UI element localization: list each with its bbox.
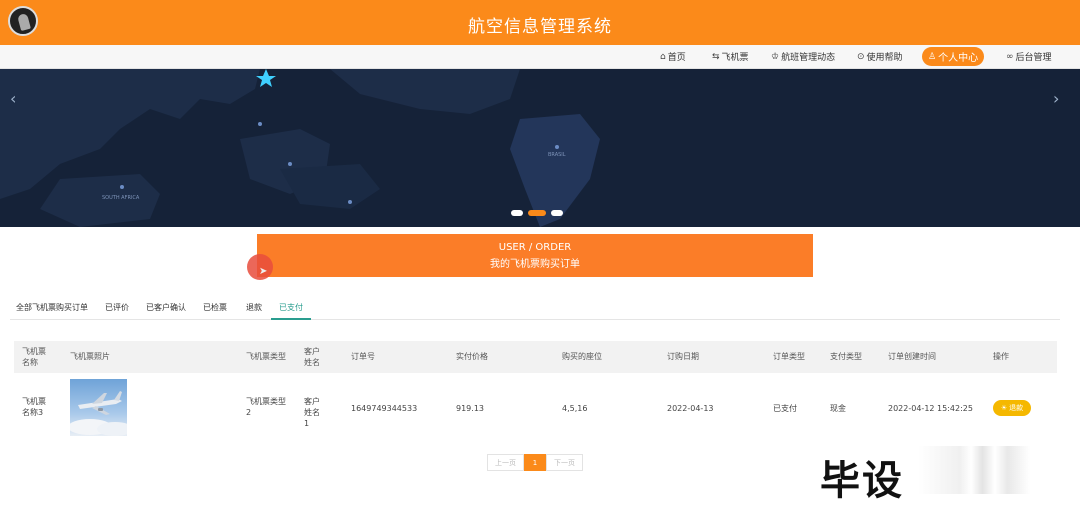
created-time-cell: 2022-04-12 15:42:25 <box>888 404 973 413</box>
carousel-indicators <box>511 210 563 216</box>
price-cell: 919.13 <box>456 404 484 413</box>
column-header: 支付类型 <box>830 352 862 361</box>
watermark-text: 毕设 <box>820 458 904 504</box>
nav-item-tickets[interactable]: ⇆ 飞机票 <box>712 50 749 64</box>
carousel-prev-button[interactable]: ‹ <box>10 89 16 108</box>
app-header: 航空信息管理系统 <box>0 0 1080 45</box>
column-header: 实付价格 <box>456 352 488 361</box>
watermark-decoration <box>918 446 1058 494</box>
customer-name-cell: 客户姓名1 <box>304 397 320 428</box>
section-subtitle: USER / ORDER <box>498 242 572 253</box>
carousel-next-button[interactable]: › <box>1053 89 1059 108</box>
table-row: 飞机票名称3 飞机票类型2 客户姓名1 1649749344533 919.13… <box>14 375 1057 441</box>
nav-item-flight-news[interactable]: ♔ 航班管理动态 <box>771 50 836 64</box>
tab-refund[interactable]: 退款 <box>246 302 262 313</box>
help-icon: ⊙ <box>857 51 865 62</box>
pagination: 上一页 1 下一页 <box>487 454 583 471</box>
section-title: 我的飞机票购买订单 <box>490 259 580 270</box>
table-header: 飞机票名称 飞机票照片 飞机票类型 客户姓名 订单号 实付价格 购买的座位 订购… <box>14 341 1057 373</box>
link-icon: ∞ <box>1006 51 1014 62</box>
nav-item-label: 使用帮助 <box>866 53 903 63</box>
nav-item-home[interactable]: ⌂ 首页 <box>660 50 686 64</box>
home-icon: ⌂ <box>660 51 666 62</box>
prev-page-button[interactable]: 上一页 <box>487 454 524 471</box>
tab-checked-in[interactable]: 已检票 <box>203 302 227 313</box>
refund-button[interactable]: ☀ 退款 <box>993 400 1031 416</box>
column-header: 飞机票照片 <box>70 352 110 361</box>
order-date-cell: 2022-04-13 <box>667 404 714 413</box>
nav-item-label: 飞机票 <box>721 53 749 63</box>
graduation-cap-icon: ♔ <box>771 51 780 62</box>
sun-icon: ☀ <box>1000 404 1008 412</box>
column-header: 客户姓名 <box>304 347 320 367</box>
nav-item-label: 航班管理动态 <box>781 53 836 63</box>
carousel-dot-active[interactable] <box>528 210 546 216</box>
tab-paid[interactable]: 已支付 <box>271 302 311 320</box>
seats-cell: 4,5,16 <box>562 404 588 413</box>
column-header: 订单创建时间 <box>888 352 936 361</box>
page-number-current[interactable]: 1 <box>524 454 546 471</box>
nav-item-personal-center[interactable]: ♙ 个人中心 <box>922 47 985 66</box>
section-title-banner: USER / ORDER 我的飞机票购买订单 <box>257 234 813 277</box>
column-header: 订购日期 <box>667 352 699 361</box>
user-icon: ♙ <box>928 51 937 62</box>
mouse-cursor-icon: ➤ <box>259 266 268 277</box>
next-page-button[interactable]: 下一页 <box>546 454 583 471</box>
page-title: 航空信息管理系统 <box>468 17 612 37</box>
column-header: 操作 <box>993 352 1009 361</box>
ticket-icon: ⇆ <box>712 51 720 62</box>
ticket-name-cell: 飞机票名称3 <box>22 397 46 417</box>
payment-type-cell: 现金 <box>830 404 846 413</box>
column-header: 订单号 <box>351 352 375 361</box>
world-map-image: SOUTH AFRICA BRASIL <box>0 69 1080 227</box>
nav-item-label: 个人中心 <box>938 53 979 64</box>
banner-carousel: SOUTH AFRICA BRASIL ‹ › <box>0 69 1080 227</box>
column-header: 购买的座位 <box>562 352 602 361</box>
tab-reviewed[interactable]: 已评价 <box>105 302 129 313</box>
column-header: 飞机票类型 <box>246 352 286 361</box>
order-type-cell: 已支付 <box>773 404 797 413</box>
order-number-cell: 1649749344533 <box>351 404 418 413</box>
carousel-dot[interactable] <box>551 210 563 216</box>
tab-all-orders[interactable]: 全部飞机票购买订单 <box>16 302 88 313</box>
ticket-photo[interactable] <box>70 379 127 436</box>
map-label: SOUTH AFRICA <box>102 195 140 201</box>
tab-customer-confirmed[interactable]: 已客户确认 <box>146 302 186 313</box>
column-header: 订单类型 <box>773 352 805 361</box>
map-label: BRASIL <box>548 152 566 158</box>
nav-item-admin[interactable]: ∞ 后台管理 <box>1006 50 1052 64</box>
nav-item-help[interactable]: ⊙ 使用帮助 <box>857 50 903 64</box>
nav-item-label: 后台管理 <box>1015 53 1052 63</box>
column-header: 飞机票名称 <box>22 347 46 367</box>
order-filter-tabs: 全部飞机票购买订单 已评价 已客户确认 已检票 退款 已支付 <box>10 298 1060 320</box>
nav-item-label: 首页 <box>667 53 686 63</box>
carousel-dot[interactable] <box>511 210 523 216</box>
refund-button-label: 退款 <box>1009 404 1024 412</box>
ticket-type-cell: 飞机票类型2 <box>246 397 286 417</box>
top-nav: ⌂ 首页 ⇆ 飞机票 ♔ 航班管理动态 ⊙ 使用帮助 ♙ 个人中心 ∞ 后台管理 <box>0 45 1080 69</box>
